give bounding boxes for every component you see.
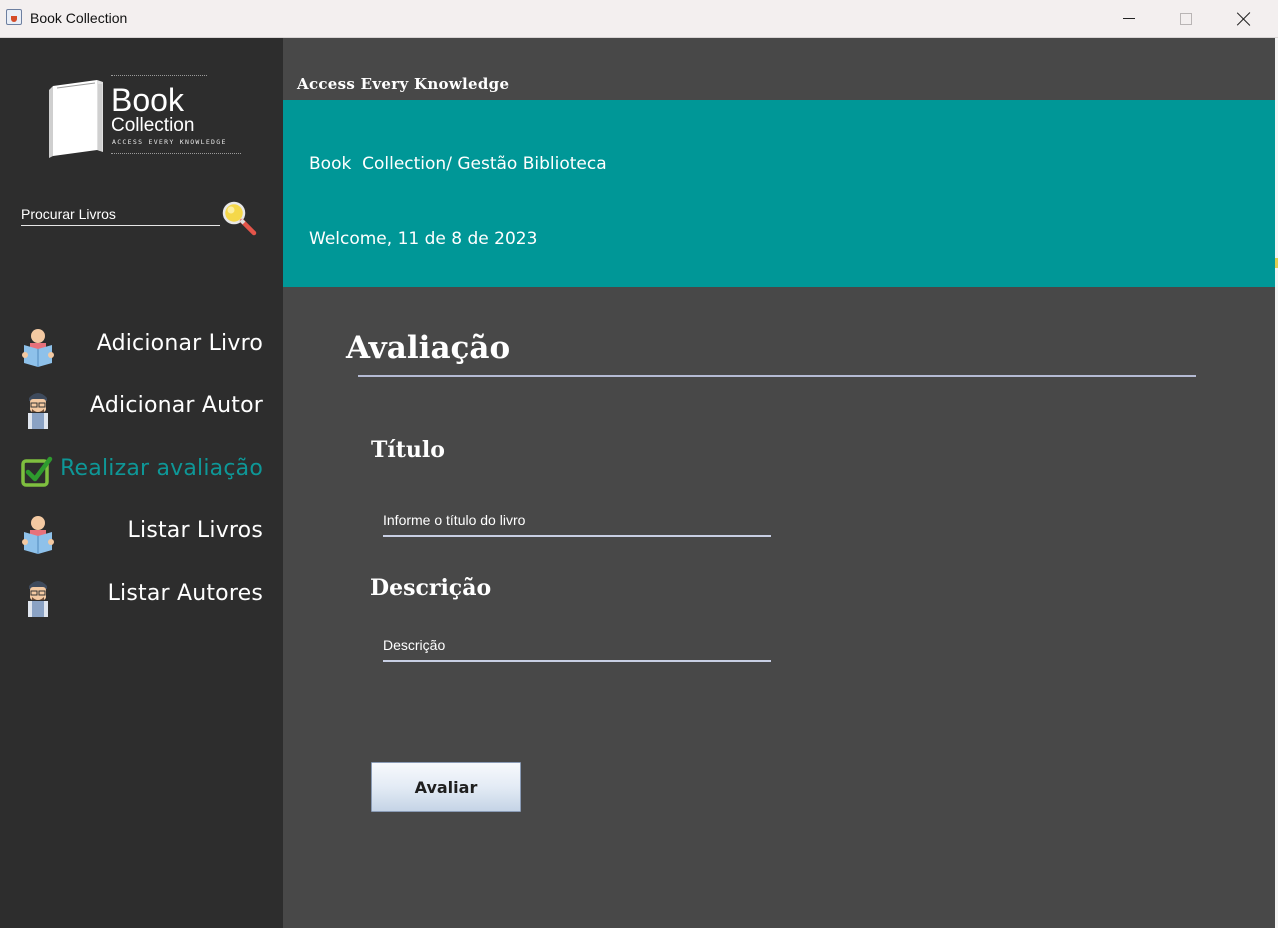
magnifier-icon[interactable] [221, 200, 259, 238]
avaliar-button[interactable]: Avaliar [371, 762, 521, 812]
sidebar-item-label: Adicionar Livro [96, 331, 263, 356]
maximize-icon [1180, 12, 1192, 25]
sidebar-item-label: Realizar avaliação [60, 456, 263, 481]
reader-icon [22, 329, 54, 367]
header-tagline: Access Every Knowledge [297, 75, 510, 93]
minimize-icon [1123, 18, 1135, 19]
window-title: Book Collection [30, 10, 128, 26]
sidebar-item-label: Listar Livros [127, 518, 263, 543]
close-button[interactable] [1215, 0, 1273, 37]
sidebar-item-listar-autores[interactable]: Listar Autores [0, 571, 283, 621]
welcome-text: Welcome, 11 de 8 de 2023 [309, 229, 538, 249]
reader-icon [22, 516, 54, 554]
page-title: Avaliação [346, 330, 511, 366]
title-divider [358, 375, 1196, 377]
search-input[interactable] [21, 203, 220, 226]
logo-divider-top [111, 75, 207, 76]
close-icon [1237, 12, 1251, 26]
book-logo-icon [49, 80, 103, 158]
header-banner: Book Collection/ Gestão Biblioteca Welco… [283, 100, 1275, 287]
descricao-input[interactable] [383, 630, 771, 662]
descricao-label: Descrição [370, 575, 492, 601]
logo-tagline: ACCESS EVERY KNOWLEDGE [112, 138, 227, 146]
sidebar: Book Collection ACCESS EVERY KNOWLEDGE A… [0, 38, 283, 928]
titulo-input[interactable] [383, 505, 771, 537]
sidebar-item-adicionar-autor[interactable]: Adicionar Autor [0, 383, 283, 433]
logo-divider-bottom [111, 153, 241, 154]
title-bar: Book Collection [0, 0, 1278, 38]
sidebar-item-adicionar-livro[interactable]: Adicionar Livro [0, 321, 283, 371]
author-icon [28, 393, 48, 429]
sidebar-item-label: Listar Autores [107, 581, 263, 606]
sidebar-item-listar-livros[interactable]: Listar Livros [0, 508, 283, 558]
logo-subtitle: Collection [111, 115, 195, 136]
banner-title: Book Collection/ Gestão Biblioteca [309, 154, 607, 174]
maximize-button[interactable] [1157, 0, 1215, 37]
sidebar-item-label: Adicionar Autor [90, 393, 263, 418]
author-icon [28, 581, 48, 617]
logo-title: Book [111, 82, 184, 118]
minimize-button[interactable] [1100, 0, 1158, 37]
java-app-icon [6, 9, 22, 25]
checkbox-icon [21, 456, 53, 487]
titulo-label: Título [371, 437, 445, 463]
sidebar-item-realizar-avaliacao[interactable]: Realizar avaliação [0, 446, 283, 496]
